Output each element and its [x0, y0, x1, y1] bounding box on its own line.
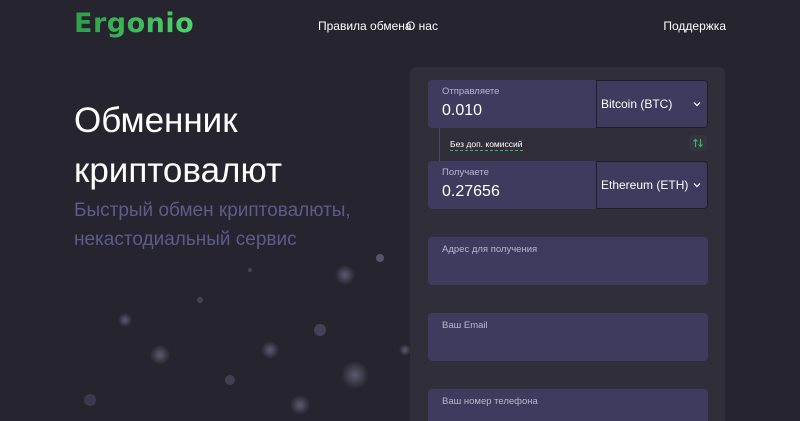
commission-note: Без доп. комиссий — [450, 139, 523, 151]
phone-input[interactable]: Ваш номер телефона — [428, 389, 708, 421]
send-label: Отправляете — [442, 86, 500, 97]
address-placeholder: Адрес для получения — [442, 244, 538, 255]
nav-link-support[interactable]: Поддержка — [663, 19, 726, 33]
receive-currency-value: Ethereum (ETH) — [601, 178, 689, 192]
nav-link-exchange-rules[interactable]: Правила обмена — [318, 19, 412, 33]
phone-placeholder: Ваш номер телефона — [442, 396, 538, 407]
chevron-down-icon — [693, 102, 701, 107]
send-currency-value: Bitcoin (BTC) — [601, 97, 673, 111]
chevron-down-icon — [693, 183, 701, 188]
email-placeholder: Ваш Email — [442, 320, 488, 331]
exchange-form-panel: Отправляете 0.010 Bitcoin (BTC) Без доп.… — [410, 67, 725, 421]
receive-address-input[interactable]: Адрес для получения — [428, 237, 708, 285]
send-amount-input[interactable]: 0.010 — [442, 102, 482, 120]
receive-amount-field[interactable]: Получаете 0.27656 Ethereum (ETH) — [428, 161, 708, 209]
send-currency-select[interactable]: Bitcoin (BTC) — [596, 80, 708, 128]
receive-amount-input[interactable]: 0.27656 — [442, 183, 500, 201]
receive-label: Получаете — [442, 167, 489, 178]
field-connector-line — [439, 128, 440, 161]
email-input[interactable]: Ваш Email — [428, 313, 708, 361]
swap-arrows-icon — [693, 138, 703, 148]
hero-title: Обменник криптовалют — [74, 101, 282, 190]
receive-currency-select[interactable]: Ethereum (ETH) — [596, 161, 708, 209]
nav-link-about[interactable]: О нас — [406, 19, 438, 33]
send-amount-field[interactable]: Отправляете 0.010 Bitcoin (BTC) — [428, 80, 708, 128]
hero-subtitle: Быстрый обмен криптовалюты, некастодиаль… — [74, 200, 351, 250]
swap-button[interactable] — [689, 135, 707, 151]
logo[interactable]: Ergonio — [74, 8, 194, 39]
